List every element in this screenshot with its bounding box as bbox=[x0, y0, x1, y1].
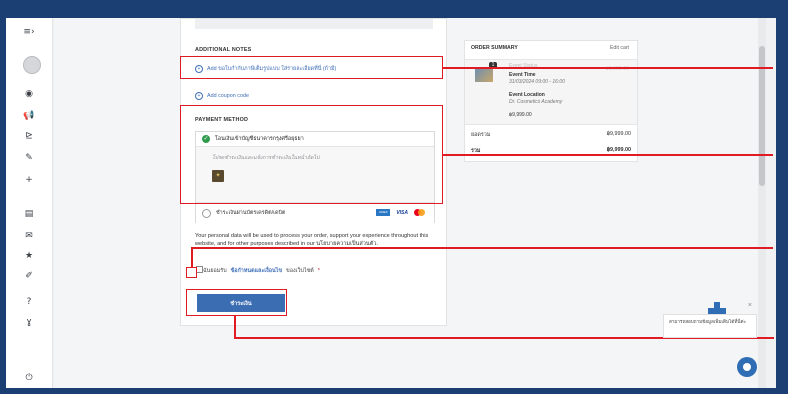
annotation-line-payment bbox=[443, 154, 773, 156]
annotation-box-terms bbox=[186, 267, 197, 278]
terms-suffix: ของเว็บไซต์ bbox=[286, 268, 314, 274]
products-icon[interactable]: ▤ bbox=[6, 208, 52, 220]
chart-icon[interactable]: ⊵ bbox=[6, 130, 52, 142]
required-marker: * bbox=[317, 268, 320, 274]
event-time-value: 31/03/2024 09:00 - 16:00 bbox=[509, 79, 565, 85]
edit-cart-link[interactable]: Edit cart bbox=[610, 45, 629, 51]
admin-sidebar: ≡› ◉ 📢 ⊵ ✎ + ▤ ✉ ★ ✐ ? ɣ ⏻ bbox=[6, 18, 53, 388]
menu-icon[interactable]: ≡› bbox=[6, 26, 52, 38]
add-coupon-label: Add coupon code bbox=[207, 93, 249, 99]
avatar[interactable] bbox=[23, 56, 41, 74]
add-icon[interactable]: + bbox=[6, 174, 52, 186]
additional-notes-title: ADDITIONAL NOTES bbox=[195, 47, 252, 53]
dashboard-icon[interactable]: ◉ bbox=[6, 88, 52, 100]
cart-item: 1 Event Status ฿9,999.00 Event Time 31/0… bbox=[465, 59, 637, 125]
terms-checkbox[interactable] bbox=[196, 266, 203, 273]
mail-icon[interactable]: ✉ bbox=[6, 230, 52, 242]
radio-button[interactable] bbox=[202, 208, 211, 218]
mastercard-icon bbox=[414, 209, 426, 216]
annotation-box-payment bbox=[180, 105, 443, 204]
event-time-label: Event Time bbox=[509, 72, 536, 78]
add-coupon-link[interactable]: + Add coupon code bbox=[195, 92, 249, 100]
help-popup-text: สามารถสอบถามข้อมูลเพิ่มเติมได้ที่นี่ค่ะ bbox=[669, 319, 747, 324]
star-icon[interactable]: ★ bbox=[6, 250, 52, 262]
marketing-icon[interactable]: 📢 bbox=[6, 110, 52, 122]
annotation-box-notes bbox=[180, 56, 443, 79]
card-brands: AMEX VISA bbox=[376, 209, 426, 216]
order-summary: ORDER SUMMARY Edit cart 1 Event Status ฿… bbox=[464, 40, 638, 162]
privacy-notice: Your personal data will be used to proce… bbox=[195, 233, 429, 247]
tools-icon[interactable]: ✎ bbox=[6, 152, 52, 164]
event-location-value: Dr. Cosmetics Academy bbox=[509, 99, 563, 105]
subtotal-row: ยอดรวม ฿9,999.00 bbox=[471, 131, 631, 139]
payment-option-card[interactable]: ชำระเงินผ่านบัตรเครดิต/เดบิต AMEX VISA bbox=[196, 202, 434, 223]
plugin-icon[interactable]: ɣ bbox=[6, 316, 52, 328]
notes-textarea[interactable] bbox=[195, 19, 433, 29]
help-icon[interactable]: ? bbox=[6, 296, 52, 308]
event-location-label: Event Location bbox=[509, 92, 545, 98]
subtotal-label: ยอดรวม bbox=[471, 132, 491, 138]
annotation-line-notes bbox=[443, 67, 773, 69]
chat-button[interactable] bbox=[737, 357, 757, 377]
plus-circle-icon: + bbox=[195, 92, 203, 100]
annotation-box-pay bbox=[186, 289, 287, 316]
annotation-line-terms-v bbox=[191, 247, 193, 267]
subtotal-value: ฿9,999.00 bbox=[606, 131, 631, 137]
terms-link[interactable]: ข้อกำหนดและเงื่อนไข bbox=[231, 267, 282, 275]
help-popup[interactable]: × สามารถสอบถามข้อมูลเพิ่มเติมได้ที่นี่ค่… bbox=[663, 302, 757, 338]
amex-icon: AMEX bbox=[376, 209, 391, 216]
scrollbar[interactable] bbox=[758, 18, 766, 388]
power-icon[interactable]: ⏻ bbox=[6, 372, 52, 384]
event-thumbnail bbox=[475, 68, 493, 82]
close-icon[interactable]: × bbox=[748, 302, 752, 309]
visa-icon: VISA bbox=[396, 209, 408, 216]
terms-prefix: ฉันยอมรับ bbox=[203, 268, 227, 274]
annotation-line-terms bbox=[191, 247, 773, 249]
item-price: ฿9,999.00 bbox=[509, 112, 532, 118]
terms-row: ฉันยอมรับ ข้อกำหนดและเงื่อนไข ของเว็บไซต… bbox=[203, 267, 320, 275]
order-summary-title: ORDER SUMMARY bbox=[471, 45, 518, 51]
card-payment-label: ชำระเงินผ่านบัตรเครดิต/เดบิต bbox=[216, 210, 286, 216]
edit-icon[interactable]: ✐ bbox=[6, 270, 52, 282]
annotation-line-pay-v bbox=[234, 316, 236, 338]
